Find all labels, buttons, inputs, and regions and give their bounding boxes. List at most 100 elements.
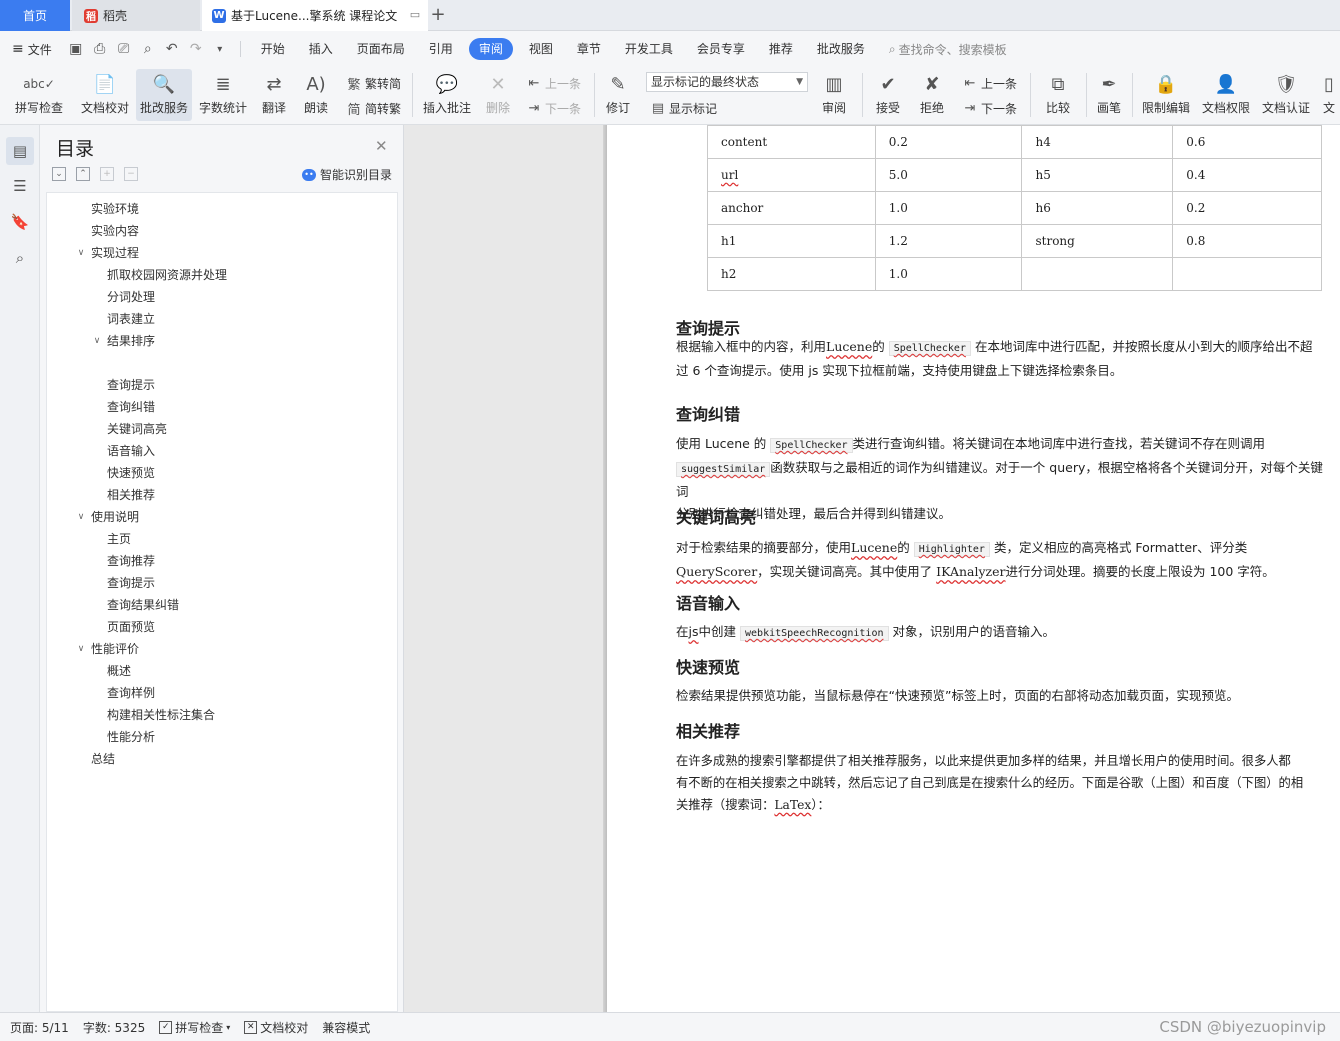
chevron-down-icon[interactable]: ∨ [91,331,103,351]
bookmark-icon[interactable]: 🔖 [6,208,34,236]
chevron-down-icon[interactable]: ∨ [75,639,87,659]
toc-item[interactable]: 查询提示 [47,375,397,395]
doc-certify-button[interactable]: 🛡 文档认证 [1258,69,1314,121]
markup-display-select[interactable]: 显示标记的最终状态 ▼ [646,72,808,92]
search-icon[interactable]: ⌕ [6,244,34,272]
reject-icon: ✘ [924,73,940,95]
tab-insert[interactable]: 插入 [297,38,345,60]
toc-item[interactable]: 性能分析 [47,727,397,747]
close-icon[interactable]: ✕ [375,137,388,155]
next-comment-button[interactable]: ⇥ 下一条 [526,98,581,118]
add-heading-icon[interactable]: + [100,167,114,181]
toc-item[interactable]: ∨ 实现过程 [47,243,397,263]
toc-item[interactable]: 快速预览 [47,463,397,483]
translate-button[interactable]: ⇄ 翻译 [254,69,294,121]
toc-item[interactable]: 构建相关性标注集合 [47,705,397,725]
accept-button[interactable]: ✔ 接受 [868,69,908,121]
print-icon[interactable]: ⎚ [113,38,135,60]
tab-start[interactable]: 开始 [249,38,297,60]
correction-service-button[interactable]: 🔍 批改服务 [136,69,192,121]
word-count-button[interactable]: ≣ 字数统计 [196,69,250,121]
toc-item[interactable]: 查询纠错 [47,397,397,417]
page-indicator[interactable]: 页面: 5/11 [10,1019,69,1036]
tab-section[interactable]: 章节 [565,38,613,60]
chevron-down-icon[interactable]: ∨ [75,507,87,527]
tab-member[interactable]: 会员专享 [685,38,757,60]
word-count-indicator[interactable]: 字数: 5325 [83,1019,145,1036]
delete-comment-button[interactable]: ✕ 删除 [478,69,518,121]
tab-home[interactable]: 首页 [0,0,70,31]
toc-item[interactable]: 页面预览 [47,617,397,637]
toc-item[interactable]: 查询推荐 [47,551,397,571]
command-search[interactable]: ⌕ 查找命令、搜索模板 [889,41,1007,58]
tab-developer[interactable]: 开发工具 [613,38,685,60]
smart-toc-button[interactable]: •• 智能识别目录 [302,166,392,183]
new-tab-plus-icon[interactable]: + [428,5,448,25]
toc-item[interactable]: ∨ 使用说明 [47,507,397,527]
toc-item[interactable]: 概述 [47,661,397,681]
tab-monitor-icon[interactable]: ▭ [408,8,422,22]
quick-access-dropdown-icon[interactable]: ▾ [209,38,231,60]
toc-item[interactable] [47,353,397,373]
toc-item[interactable]: 相关推荐 [47,485,397,505]
doc-permission-button[interactable]: 👤 文档权限 [1198,69,1254,121]
inline-code: suggestSimilar [676,462,771,477]
spell-check-button[interactable]: abc✓ 拼写检查 [8,69,70,121]
toc-item[interactable]: 语音输入 [47,441,397,461]
toc-item[interactable]: 实验环境 [47,199,397,219]
restrict-edit-button[interactable]: 🔒 限制编辑 [1138,69,1194,121]
redo-icon[interactable]: ↷ [185,38,207,60]
toc-item[interactable]: 词表建立 [47,309,397,329]
to-simplified-button[interactable]: 简 简转繁 [346,98,401,118]
prev-change-button[interactable]: ⇤ 上一条 [962,73,1017,93]
ink-button[interactable]: ✒ 画笔 [1092,69,1126,121]
compare-button[interactable]: ⧉ 比较 [1036,69,1080,121]
revise-button[interactable]: ✎ 修订 [598,69,638,121]
toc-item[interactable]: 分词处理 [47,287,397,307]
tab-review[interactable]: 审阅 [468,38,513,60]
remove-heading-icon[interactable]: − [124,167,138,181]
show-markup-button[interactable]: ▤ 显示标记 [650,98,717,118]
to-traditional-button[interactable]: 繁 繁转简 [346,73,401,93]
prev-comment-button[interactable]: ⇤ 上一条 [526,73,581,93]
toc-item[interactable]: ∨ 性能评价 [47,639,397,659]
tab-correction[interactable]: 批改服务 [805,38,877,60]
toc-item[interactable]: ∨ 结果排序 [47,331,397,351]
tab-references[interactable]: 引用 [417,38,465,60]
next-change-button[interactable]: ⇥ 下一条 [962,98,1017,118]
expand-all-icon[interactable]: ⌄ [52,167,66,181]
tab-recommend[interactable]: 推荐 [757,38,805,60]
file-menu-button[interactable]: ≡ 文件 [12,41,52,58]
tab-document[interactable]: W 基于Lucene...擎系统 课程论文 ▭ [202,0,428,31]
undo-icon[interactable]: ↶ [161,38,183,60]
tab-view[interactable]: 视图 [517,38,565,60]
navigation-pane-icon[interactable]: ☰ [6,172,34,200]
review-pane-button[interactable]: ▥ 审阅 [814,69,854,121]
toc-item-label: 查询纠错 [107,400,156,414]
toc-item[interactable]: 查询提示 [47,573,397,593]
print-preview-icon[interactable]: ⌕ [137,38,159,60]
status-doc-proofread[interactable]: ✕ 文档校对 [244,1019,308,1036]
status-spell-check[interactable]: ✓ 拼写检查 ▾ [159,1019,230,1036]
smart-toc-icon: •• [302,168,316,181]
reject-button[interactable]: ✘ 拒绝 [912,69,952,121]
toc-item[interactable]: 抓取校园网资源并处理 [47,265,397,285]
chevron-down-icon[interactable]: ∨ [75,243,87,263]
read-aloud-button[interactable]: A) 朗读 [298,69,334,121]
toc-item[interactable]: 主页 [47,529,397,549]
text-run: 使用 Lucene 的 [676,436,767,451]
toc-item[interactable]: 关键词高亮 [47,419,397,439]
toc-panel-icon[interactable]: ▤ [6,137,34,165]
save-icon[interactable]: ▣ [65,38,87,60]
toc-item[interactable]: 实验内容 [47,221,397,241]
more-ribbon-button[interactable]: ▯ 文 [1318,69,1340,121]
doc-proofread-button[interactable]: 📄 文档校对 [76,69,134,121]
collapse-all-icon[interactable]: ⌃ [76,167,90,181]
toc-item[interactable]: 总结 [47,749,397,769]
insert-comment-button[interactable]: 💬 插入批注 [420,69,474,121]
toc-item[interactable]: 查询样例 [47,683,397,703]
tab-daoke[interactable]: 稻 稻壳 [72,0,200,31]
toc-item[interactable]: 查询结果纠错 [47,595,397,615]
tab-page-layout[interactable]: 页面布局 [345,38,417,60]
export-pdf-icon[interactable]: ⎙ [89,38,111,60]
